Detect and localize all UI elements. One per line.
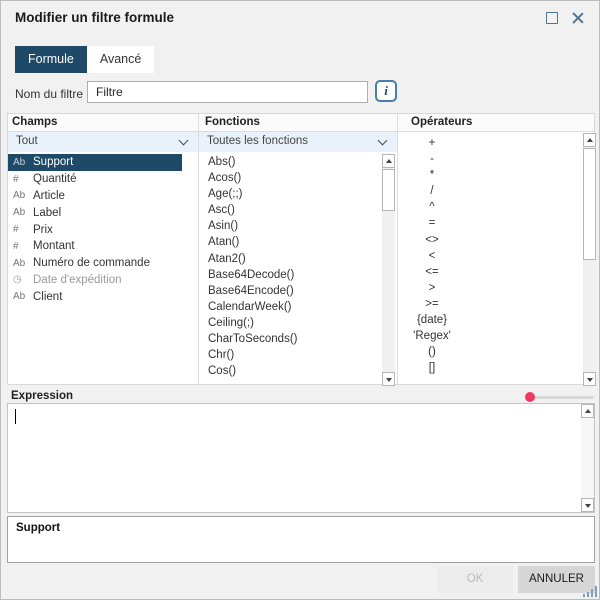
filter-dialog: Modifier un filtre formule Formule Avanc… [0,0,600,600]
champs-dropdown-value: Tout [16,135,38,147]
field-item[interactable]: AbLabel [8,204,182,221]
operator-item[interactable]: 'Regex' [399,327,583,343]
function-item[interactable]: Asc() [199,202,382,218]
text-field-icon: Ab [13,258,33,269]
scroll-down-button[interactable] [382,372,395,386]
expression-label: Expression [11,390,73,402]
operator-item[interactable]: = [399,214,583,230]
text-caret [15,409,16,424]
fonctions-filter-dropdown[interactable]: Toutes les fonctions [199,132,397,152]
resize-grip-icon[interactable] [583,586,597,597]
text-field-icon: Ab [13,291,33,302]
operator-item[interactable]: * [399,166,583,182]
field-item[interactable]: ◷Date d'expédition [8,272,182,289]
operator-item[interactable]: <= [399,263,583,279]
scrollbar-thumb[interactable] [382,169,395,211]
function-item[interactable]: CalendarWeek() [199,299,382,315]
function-item[interactable]: Cos() [199,363,382,379]
function-item[interactable]: Atan2() [199,251,382,267]
scroll-up-button[interactable] [382,154,395,168]
operator-item[interactable]: <> [399,231,583,247]
number-field-icon: # [13,241,33,252]
tab-formule[interactable]: Formule [15,46,87,73]
function-item[interactable]: Base64Decode() [199,267,382,283]
text-field-icon: Ab [13,207,33,218]
field-item[interactable]: #Prix [8,221,182,238]
close-icon[interactable] [571,11,585,25]
operator-item[interactable]: < [399,247,583,263]
number-field-icon: # [13,224,33,235]
number-field-icon: # [13,174,33,185]
operator-item[interactable]: >= [399,295,583,311]
function-item[interactable]: Chr() [199,347,382,363]
fonctions-scrollbar[interactable] [382,154,395,386]
operateurs-header: Opérateurs [411,116,472,128]
fonctions-header: Fonctions [205,116,260,128]
scroll-up-button[interactable] [581,404,594,418]
field-item[interactable]: AbClient [8,288,182,305]
tab-avance[interactable]: Avancé [87,46,154,73]
operator-item[interactable]: () [399,343,583,359]
fonctions-list: Abs() Acos() Age(;;) Asc() Asin() Atan()… [199,154,382,379]
info-icon[interactable]: i [375,80,397,102]
function-item[interactable]: Ceiling(;) [199,315,382,331]
slider-knob[interactable] [525,392,535,402]
column-divider [397,114,398,384]
ok-button[interactable]: OK [437,566,513,593]
filter-name-input[interactable] [87,81,368,103]
field-item[interactable]: AbNuméro de commande [8,255,182,272]
field-item[interactable]: #Montant [8,238,182,255]
function-item[interactable]: Age(;;) [199,186,382,202]
text-field-icon: Ab [13,157,33,168]
chevron-down-icon [179,136,189,146]
operateurs-scrollbar[interactable] [583,133,596,386]
scroll-down-button[interactable] [583,372,596,386]
scroll-up-button[interactable] [583,133,596,147]
picker-region: Champs Fonctions Opérateurs Tout Toutes … [7,113,595,385]
operator-item[interactable]: [] [399,359,583,375]
function-item[interactable]: CharToSeconds() [199,331,382,347]
fonctions-dropdown-value: Toutes les fonctions [207,135,308,147]
function-item[interactable]: Base64Encode() [199,283,382,299]
tab-bar: Formule Avancé [15,46,154,73]
field-item[interactable]: AbSupport [8,154,182,171]
operator-item[interactable]: - [399,150,583,166]
field-description-text: Support [16,522,60,534]
function-item[interactable]: Abs() [199,154,382,170]
scroll-down-button[interactable] [581,498,594,512]
operator-item[interactable]: > [399,279,583,295]
text-field-icon: Ab [13,190,33,201]
chevron-down-icon [378,136,388,146]
filter-name-label: Nom du filtre : [15,87,90,101]
column-headers [8,114,594,132]
champs-filter-dropdown[interactable]: Tout [8,132,198,152]
operator-item[interactable]: ^ [399,198,583,214]
slider-track [531,396,594,399]
expression-input[interactable] [7,403,595,513]
operateurs-list: + - * / ^ = <> < <= > >= {date} 'Regex' … [399,134,583,375]
maximize-icon[interactable] [546,12,558,24]
function-item[interactable]: Asin() [199,218,382,234]
champs-list: AbSupport #Quantité AbArticle AbLabel #P… [8,154,182,305]
field-item[interactable]: #Quantité [8,171,182,188]
scrollbar-thumb[interactable] [583,148,596,260]
champs-header: Champs [12,116,57,128]
operator-item[interactable]: / [399,182,583,198]
expression-zoom-slider[interactable] [525,391,595,403]
clock-icon: ◷ [13,274,33,285]
function-item[interactable]: Atan() [199,234,382,250]
field-item[interactable]: AbArticle [8,188,182,205]
operator-item[interactable]: + [399,134,583,150]
operator-item[interactable]: {date} [399,311,583,327]
dialog-title: Modifier un filtre formule [15,10,174,25]
function-item[interactable]: Acos() [199,170,382,186]
expression-scrollbar[interactable] [581,404,594,512]
field-description-panel: Support [7,516,595,563]
